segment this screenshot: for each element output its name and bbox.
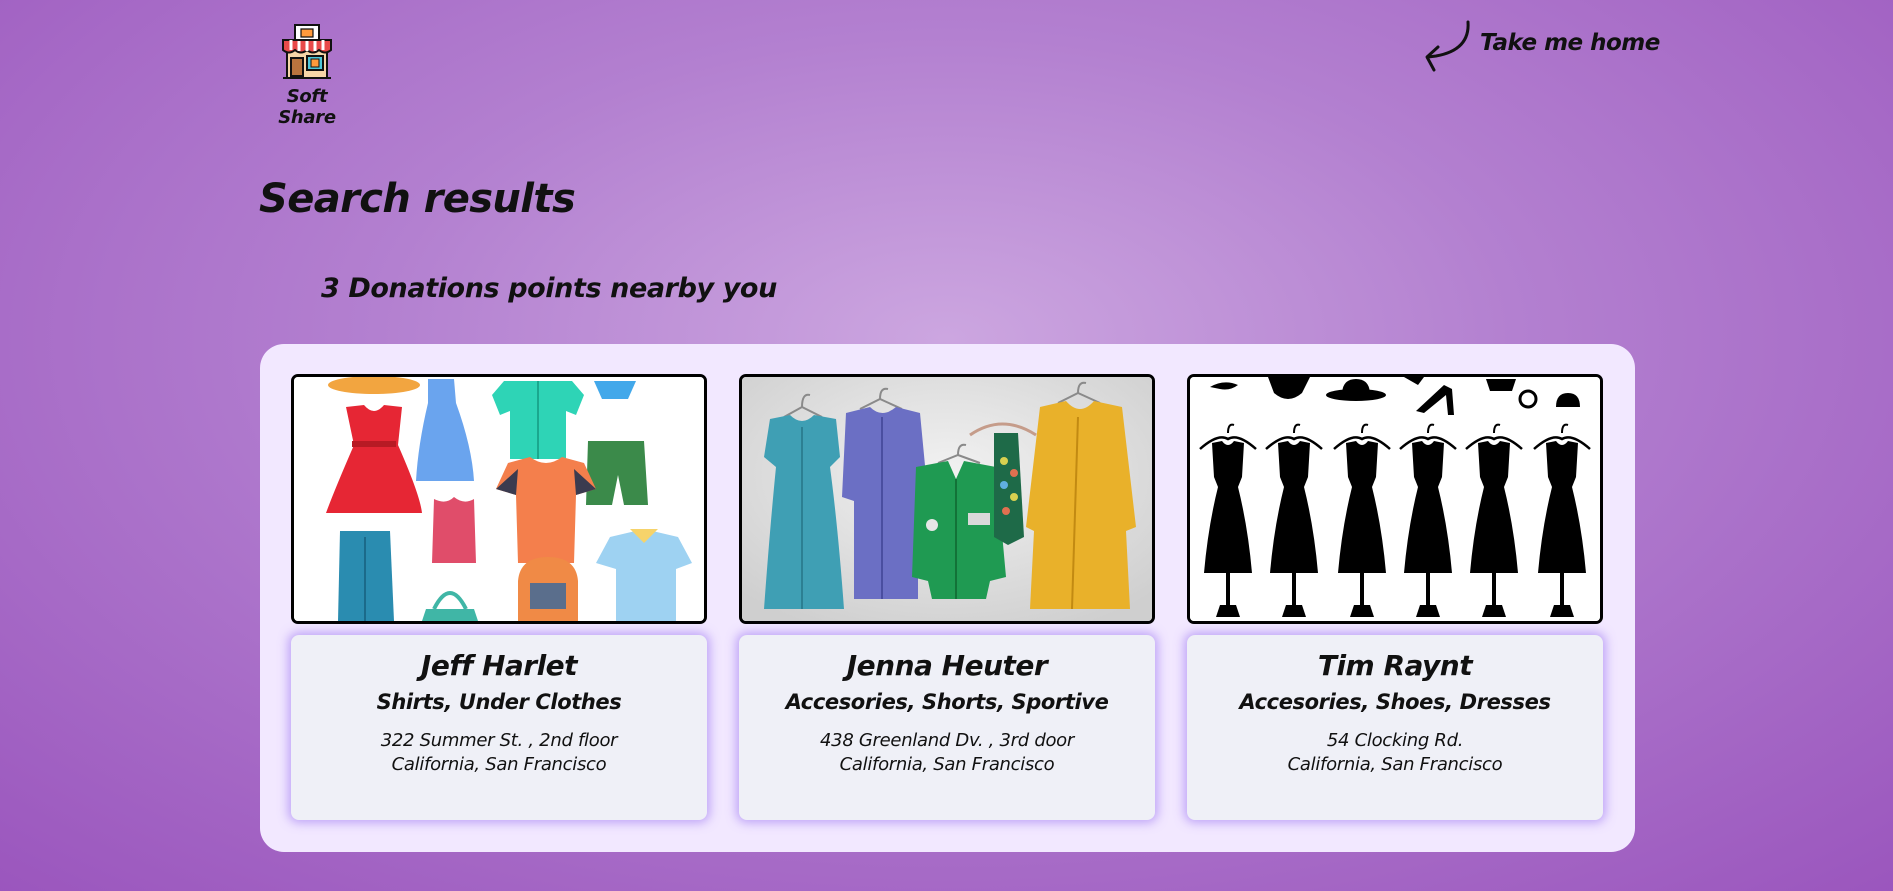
donor-city: California, San Francisco <box>1287 754 1503 775</box>
donation-card[interactable]: Jeff Harlet Shirts, Under Clothes 322 Su… <box>291 374 707 820</box>
card-image-hangers-photo[interactable] <box>739 374 1155 624</box>
donor-name: Jenna Heuter <box>846 649 1048 682</box>
card-info: Jenna Heuter Accesories, Shorts, Sportiv… <box>739 635 1155 820</box>
logo-text: Soft Share <box>278 86 336 128</box>
donation-categories: Shirts, Under Clothes <box>376 690 622 714</box>
black-dress-silhouettes-image <box>1190 377 1600 621</box>
clothes-on-hangers-image <box>742 377 1152 621</box>
shop-icon <box>282 24 332 79</box>
donation-categories: Accesories, Shoes, Dresses <box>1239 690 1551 714</box>
results-panel: Jeff Harlet Shirts, Under Clothes 322 Su… <box>260 344 1635 852</box>
donor-city: California, San Francisco <box>839 754 1055 775</box>
clothes-illustration-image <box>294 377 704 621</box>
donor-address: 322 Summer St. , 2nd floor <box>380 730 618 751</box>
donor-name: Jeff Harlet <box>420 649 578 682</box>
donation-card[interactable]: Jenna Heuter Accesories, Shorts, Sportiv… <box>739 374 1155 820</box>
donor-city: California, San Francisco <box>391 754 607 775</box>
card-image-clothes-illustration[interactable] <box>291 374 707 624</box>
donor-address: 54 Clocking Rd. <box>1326 730 1464 751</box>
card-info: Jeff Harlet Shirts, Under Clothes 322 Su… <box>291 635 707 820</box>
take-me-home-link[interactable]: Take me home <box>1418 20 1660 74</box>
card-image-dress-silhouettes[interactable] <box>1187 374 1603 624</box>
curved-arrow-icon <box>1425 20 1470 72</box>
card-info: Tim Raynt Accesories, Shoes, Dresses 54 … <box>1187 635 1603 820</box>
donation-categories: Accesories, Shorts, Sportive <box>785 690 1109 714</box>
logo[interactable]: Soft Share <box>259 22 355 128</box>
take-me-home-label: Take me home <box>1480 30 1660 56</box>
donation-card[interactable]: Tim Raynt Accesories, Shoes, Dresses 54 … <box>1187 374 1603 820</box>
donor-address: 438 Greenland Dv. , 3rd door <box>820 730 1074 751</box>
donor-name: Tim Raynt <box>1317 649 1473 682</box>
page-title: Search results <box>259 176 576 222</box>
results-count-subtitle: 3 Donations points nearby you <box>321 273 777 304</box>
